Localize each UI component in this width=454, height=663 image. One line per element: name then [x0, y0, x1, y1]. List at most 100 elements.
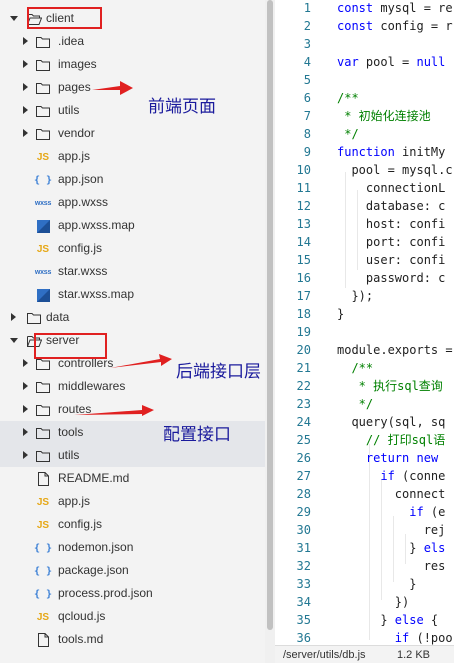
tree-item-label: app.js: [58, 494, 91, 508]
chevron-right-icon[interactable]: [23, 382, 28, 390]
chevron-right-icon[interactable]: [23, 428, 28, 436]
line-number: 14: [296, 235, 311, 249]
tree-item-label: pages: [58, 80, 91, 94]
code-line[interactable]: } else {: [337, 611, 438, 629]
code-line[interactable]: port: confi: [337, 233, 445, 251]
chevron-right-icon[interactable]: [23, 106, 28, 114]
code-line[interactable]: database: c: [337, 197, 445, 215]
code-line[interactable]: });: [337, 287, 373, 305]
code-keyword: null: [416, 55, 446, 69]
code-line[interactable]: function initMy: [337, 143, 445, 161]
code-line[interactable]: const config = r: [337, 17, 453, 35]
tree-item-utils[interactable]: utils: [0, 99, 265, 122]
line-number: 33: [296, 577, 311, 591]
tree-item-star-wxss[interactable]: wxss star.wxss: [0, 260, 265, 283]
code-line[interactable]: /**: [337, 89, 359, 107]
code-line[interactable]: connect: [337, 485, 446, 503]
code-line[interactable]: */: [337, 395, 373, 413]
code-line[interactable]: var pool = null: [337, 53, 445, 71]
line-number: 28: [296, 487, 311, 501]
tree-item-app-wxss-map[interactable]: app.wxss.map: [0, 214, 265, 237]
tree-item-label: images: [58, 57, 97, 71]
js-file-icon: JS: [36, 496, 50, 508]
folder-icon: [35, 448, 51, 464]
chevron-right-icon[interactable]: [23, 60, 28, 68]
code-comment: // 打印sql语: [337, 433, 446, 447]
tree-item-images[interactable]: images: [0, 53, 265, 76]
code-line[interactable]: return new: [337, 449, 445, 467]
code-line[interactable]: password: c: [337, 269, 445, 287]
code-line[interactable]: }: [337, 305, 344, 323]
line-number: 27: [296, 469, 311, 483]
client-highlight-box: [27, 7, 102, 29]
chevron-right-icon[interactable]: [23, 405, 28, 413]
line-number: 21: [296, 361, 311, 375]
code-editor[interactable]: 1 const mysql = re 2 const config = r 3 4 var …: [275, 0, 454, 645]
code-line[interactable]: * 初始化连接池: [337, 107, 430, 125]
chevron-right-icon[interactable]: [23, 37, 28, 45]
code-line[interactable]: user: confi: [337, 251, 445, 269]
code-line[interactable]: * 执行sql查询: [337, 377, 443, 395]
tree-item-readme-md[interactable]: README.md: [0, 467, 265, 490]
code-line[interactable]: }: [337, 575, 416, 593]
code-line[interactable]: */: [337, 125, 358, 143]
tree-item-tools-md[interactable]: tools.md: [0, 628, 265, 651]
folder-icon: [35, 126, 51, 142]
code-line[interactable]: pool = mysql.c: [337, 161, 452, 179]
tree-item-idea[interactable]: .idea: [0, 30, 265, 53]
code-line[interactable]: } els: [337, 539, 445, 557]
json-file-icon: { }: [33, 174, 53, 186]
line-number: 35: [296, 613, 311, 627]
code-line[interactable]: const mysql = re: [337, 0, 453, 17]
tree-item-config-js[interactable]: JS config.js: [0, 237, 265, 260]
tree-item-utils[interactable]: utils: [0, 444, 265, 467]
chevron-right-icon[interactable]: [23, 359, 28, 367]
wxss-file-icon: wxss: [34, 199, 52, 207]
code-line[interactable]: query(sql, sq: [337, 413, 445, 431]
chevron-right-icon[interactable]: [23, 451, 28, 459]
explorer-scrollbar[interactable]: [265, 0, 275, 663]
note-back: 后端接口层: [176, 362, 261, 382]
tree-item-label: README.md: [58, 471, 130, 485]
tree-item-app-json[interactable]: { } app.json: [0, 168, 265, 191]
code-line[interactable]: // 打印sql语: [337, 431, 445, 449]
code-line[interactable]: if (e: [337, 503, 445, 521]
code-line[interactable]: host: confi: [337, 215, 445, 233]
file-icon: [35, 471, 51, 487]
code-line[interactable]: module.exports =: [337, 341, 453, 359]
code-line[interactable]: rej: [337, 521, 446, 539]
chevron-right-icon[interactable]: [11, 313, 16, 321]
chevron-right-icon[interactable]: [23, 83, 28, 91]
code-keyword: const: [337, 1, 374, 15]
tree-item-config-js[interactable]: JS config.js: [0, 513, 265, 536]
tree-item-qcloud-js[interactable]: JS qcloud.js: [0, 605, 265, 628]
tree-item-nodemon-json[interactable]: { } nodemon.json: [0, 536, 265, 559]
note-front: 前端页面: [148, 97, 216, 117]
tree-item-star-wxss-map[interactable]: star.wxss.map: [0, 283, 265, 306]
code-line[interactable]: /**: [337, 359, 373, 377]
line-number: 32: [296, 559, 311, 573]
code-line[interactable]: if (conne: [337, 467, 445, 485]
code-line[interactable]: }): [337, 593, 409, 611]
tree-item-vendor[interactable]: vendor: [0, 122, 265, 145]
line-number: 36: [296, 631, 311, 645]
chevron-down-icon[interactable]: [10, 338, 18, 343]
code-line[interactable]: connectionL: [337, 179, 445, 197]
tree-item-process-prod-json[interactable]: { } process.prod.json: [0, 582, 265, 605]
line-number: 22: [296, 379, 311, 393]
tree-item-data[interactable]: data: [0, 306, 265, 329]
tree-item-package-json[interactable]: { } package.json: [0, 559, 265, 582]
code-line[interactable]: res: [337, 557, 446, 575]
code-comment: /**: [337, 91, 359, 105]
tree-item-app-js[interactable]: JS app.js: [0, 145, 265, 168]
chevron-right-icon[interactable]: [23, 129, 28, 137]
config-arrow: [74, 405, 154, 416]
line-number: 31: [296, 541, 311, 555]
chevron-down-icon[interactable]: [10, 16, 18, 21]
line-number: 12: [296, 199, 311, 213]
tree-item-app-js[interactable]: JS app.js: [0, 490, 265, 513]
code-line[interactable]: if (!poo: [337, 629, 453, 645]
explorer-scrollbar-thumb[interactable]: [267, 0, 273, 630]
line-number: 24: [296, 415, 311, 429]
tree-item-app-wxss[interactable]: wxss app.wxss: [0, 191, 265, 214]
